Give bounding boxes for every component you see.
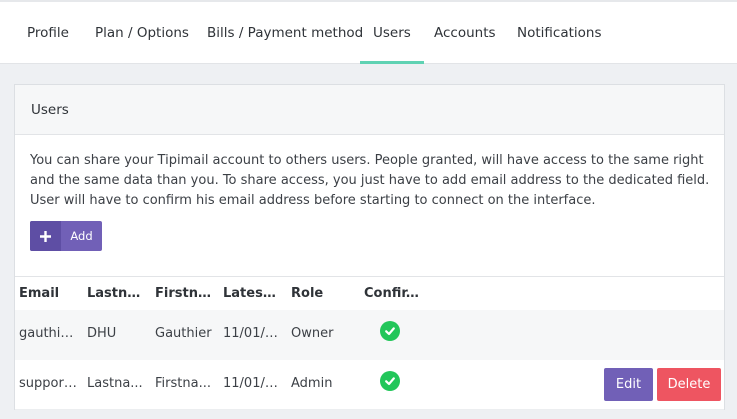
column-header-email[interactable]: Email [19, 286, 77, 301]
add-user-label: Add [70, 229, 93, 243]
column-header-confirmed[interactable]: Confir... [364, 286, 420, 301]
column-header-latest[interactable]: Latest ... [223, 286, 281, 301]
settings-tabs: Profile Plan / Options Bills / Payment m… [0, 0, 737, 64]
cell-role: Owner [291, 326, 334, 341]
users-table: Email Lastna... Firstna... Latest ... Ro… [15, 276, 724, 410]
cell-firstname: Firstna... [155, 376, 211, 391]
cell-lastname: DHU [87, 326, 117, 341]
plus-icon [30, 221, 61, 251]
column-header-role[interactable]: Role [291, 286, 351, 301]
cell-lastname: Lastna... [87, 376, 143, 391]
cell-role: Admin [291, 376, 333, 391]
delete-user-button[interactable]: Delete [657, 368, 721, 401]
users-panel: Users You can share your Tipimail accoun… [14, 84, 725, 410]
tab-plan-options[interactable]: Plan / Options [95, 2, 189, 64]
cell-email: support... [19, 376, 77, 391]
table-row: support... Lastna... Firstna... 11/01/2.… [15, 360, 724, 410]
check-circle-icon [380, 321, 400, 341]
cell-firstname: Gauthier [155, 326, 212, 341]
table-row: gauthie... DHU Gauthier 11/01/2... Owner [15, 310, 724, 360]
cell-email: gauthie... [19, 326, 77, 341]
tab-profile[interactable]: Profile [27, 2, 69, 64]
tab-accounts[interactable]: Accounts [434, 2, 496, 64]
tab-users[interactable]: Users [360, 2, 424, 64]
column-header-firstname[interactable]: Firstna... [155, 286, 213, 301]
check-circle-icon [380, 371, 400, 391]
cell-latest: 11/01/2... [223, 326, 281, 341]
cell-latest: 11/01/2... [223, 376, 281, 391]
table-header-row: Email Lastna... Firstna... Latest ... Ro… [15, 276, 724, 310]
add-user-button[interactable]: Add [30, 221, 102, 251]
column-header-lastname[interactable]: Lastna... [87, 286, 145, 301]
tab-bills-payment[interactable]: Bills / Payment method [207, 2, 363, 64]
panel-title: Users [15, 85, 724, 135]
edit-user-button[interactable]: Edit [604, 368, 653, 401]
share-access-description: You can share your Tipimail account to o… [30, 153, 710, 208]
tab-notifications[interactable]: Notifications [517, 2, 602, 64]
